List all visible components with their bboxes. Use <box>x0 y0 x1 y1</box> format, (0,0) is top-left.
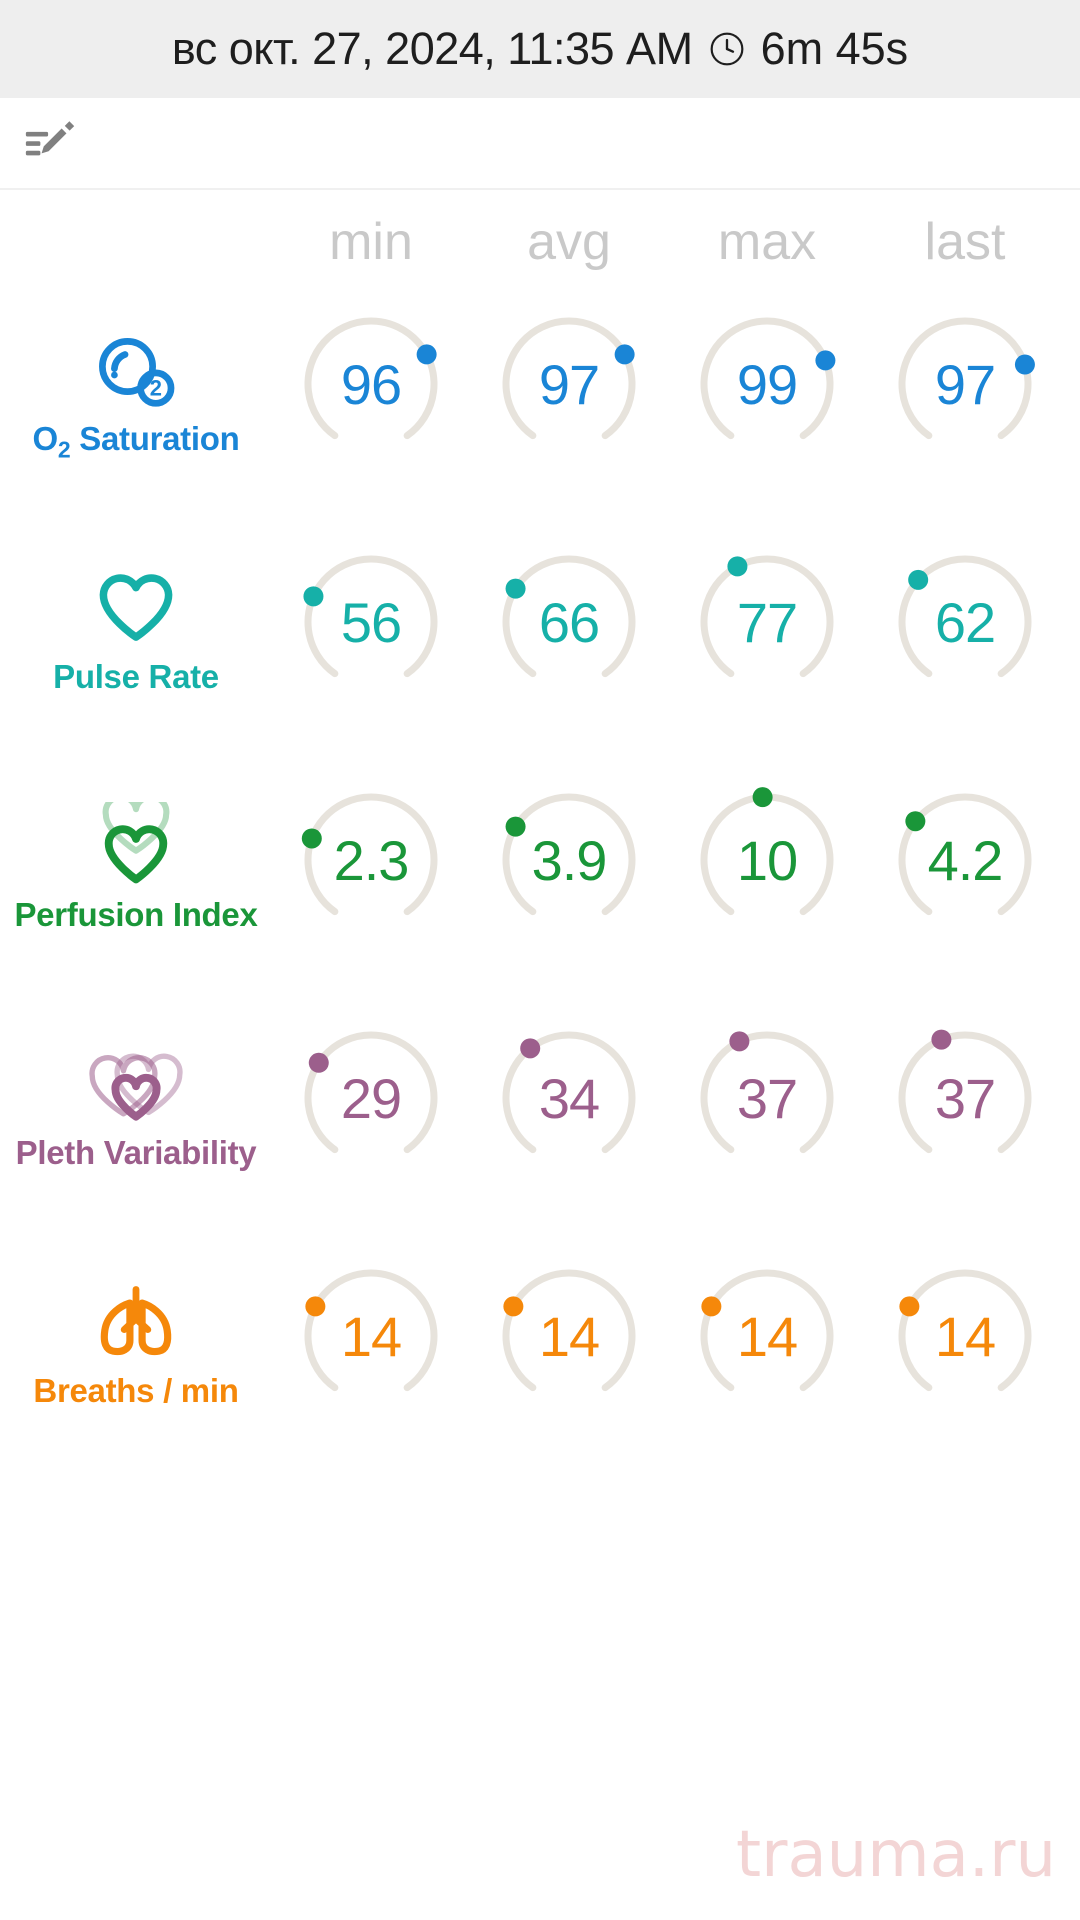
metric-name: O2 Saturation <box>32 420 240 463</box>
gauge-avg[interactable]: 3.9 <box>470 776 668 944</box>
gauge-max[interactable]: 37 <box>668 1014 866 1182</box>
gauge-avg[interactable]: 14 <box>470 1252 668 1420</box>
gauge-value: 37 <box>934 1066 996 1130</box>
gauge-max[interactable]: 10 <box>668 776 866 944</box>
gauge-last[interactable]: 97 <box>866 300 1064 468</box>
gauge-group: 56 66 77 62 <box>272 538 1064 706</box>
gauge-avg[interactable]: 66 <box>470 538 668 706</box>
gauge-value: 14 <box>736 1304 798 1368</box>
edit-note-icon[interactable] <box>22 114 80 172</box>
svg-text:2: 2 <box>150 376 162 401</box>
metric-row[interactable]: Perfusion Index 2.3 3.9 10 4.2 <box>0 776 1080 1014</box>
gauge-value: 66 <box>538 590 600 654</box>
gauge-value: 62 <box>934 590 996 654</box>
column-header-max: max <box>717 213 817 271</box>
gauge-last[interactable]: 37 <box>866 1014 1064 1182</box>
double-heart-icon <box>86 802 186 888</box>
metric-label-cell: 2 O2 Saturation <box>0 300 272 464</box>
column-headers: min avg max last <box>0 212 1080 272</box>
metric-label-cell: Pleth Variability <box>0 1014 272 1172</box>
gauge-value: 77 <box>736 590 798 654</box>
metric-name: Pulse Rate <box>53 658 219 695</box>
gauge-value: 4.2 <box>927 828 1004 892</box>
metric-row[interactable]: 2 O2 Saturation 96 97 99 97 <box>0 300 1080 538</box>
column-header-avg: avg <box>527 213 611 271</box>
metric-rows: 2 O2 Saturation 96 97 99 97 Pulse Rate 56 66 77 62… <box>0 300 1080 1490</box>
gauge-value: 14 <box>538 1304 600 1368</box>
gauge-value: 10 <box>736 828 798 892</box>
gauge-min[interactable]: 2.3 <box>272 776 470 944</box>
gauge-value: 14 <box>934 1304 996 1368</box>
heart-icon <box>90 564 182 650</box>
gauge-group: 96 97 99 97 <box>272 300 1064 468</box>
edit-toolbar <box>0 98 1080 190</box>
gauge-value: 56 <box>340 590 402 654</box>
metric-label-cell: Breaths / min <box>0 1252 272 1410</box>
metric-label-cell: Perfusion Index <box>0 776 272 934</box>
gauge-last[interactable]: 62 <box>866 538 1064 706</box>
gauge-value: 29 <box>340 1066 402 1130</box>
gauge-value: 14 <box>340 1304 402 1368</box>
gauge-min[interactable]: 29 <box>272 1014 470 1182</box>
gauge-group: 2.3 3.9 10 4.2 <box>272 776 1064 944</box>
metric-row[interactable]: Pleth Variability 29 34 37 37 <box>0 1014 1080 1252</box>
metric-label-cell: Pulse Rate <box>0 538 272 696</box>
gauge-value: 97 <box>538 352 600 416</box>
gauge-avg[interactable]: 34 <box>470 1014 668 1182</box>
oxygen-bubble-icon: 2 <box>90 326 182 412</box>
gauge-group: 29 34 37 37 <box>272 1014 1064 1182</box>
gauge-value: 37 <box>736 1066 798 1130</box>
clock-icon <box>707 29 747 69</box>
gauge-value: 99 <box>736 352 798 416</box>
vitals-summary-screen: вс окт. 27, 2024, 11:35 AM 6m 45s min av… <box>0 0 1080 1920</box>
nested-hearts-icon <box>84 1040 188 1126</box>
gauge-min[interactable]: 14 <box>272 1252 470 1420</box>
session-header: вс окт. 27, 2024, 11:35 AM 6m 45s <box>0 0 1080 98</box>
gauge-group: 14 14 14 14 <box>272 1252 1064 1420</box>
gauge-last[interactable]: 14 <box>866 1252 1064 1420</box>
lungs-icon <box>88 1278 184 1364</box>
metric-name: Breaths / min <box>33 1372 239 1409</box>
session-date: вс окт. 27, 2024, 11:35 AM <box>171 23 693 74</box>
gauge-last[interactable]: 4.2 <box>866 776 1064 944</box>
metric-name: Pleth Variability <box>15 1134 257 1171</box>
metric-row[interactable]: Pulse Rate 56 66 77 62 <box>0 538 1080 776</box>
gauge-max[interactable]: 99 <box>668 300 866 468</box>
gauge-value: 34 <box>538 1066 600 1130</box>
gauge-min[interactable]: 56 <box>272 538 470 706</box>
session-duration: 6m 45s <box>760 23 909 74</box>
column-header-min: min <box>329 213 413 271</box>
gauge-value: 3.9 <box>531 828 608 892</box>
gauge-max[interactable]: 77 <box>668 538 866 706</box>
gauge-value: 96 <box>340 352 402 416</box>
gauge-value: 2.3 <box>333 828 410 892</box>
gauge-value: 97 <box>934 352 996 416</box>
metric-row[interactable]: Breaths / min 14 14 14 14 <box>0 1252 1080 1490</box>
gauge-avg[interactable]: 97 <box>470 300 668 468</box>
metric-name: Perfusion Index <box>14 896 258 933</box>
gauge-max[interactable]: 14 <box>668 1252 866 1420</box>
column-header-last: last <box>924 213 1006 271</box>
gauge-min[interactable]: 96 <box>272 300 470 468</box>
watermark: trauma.ru <box>736 1818 1056 1892</box>
